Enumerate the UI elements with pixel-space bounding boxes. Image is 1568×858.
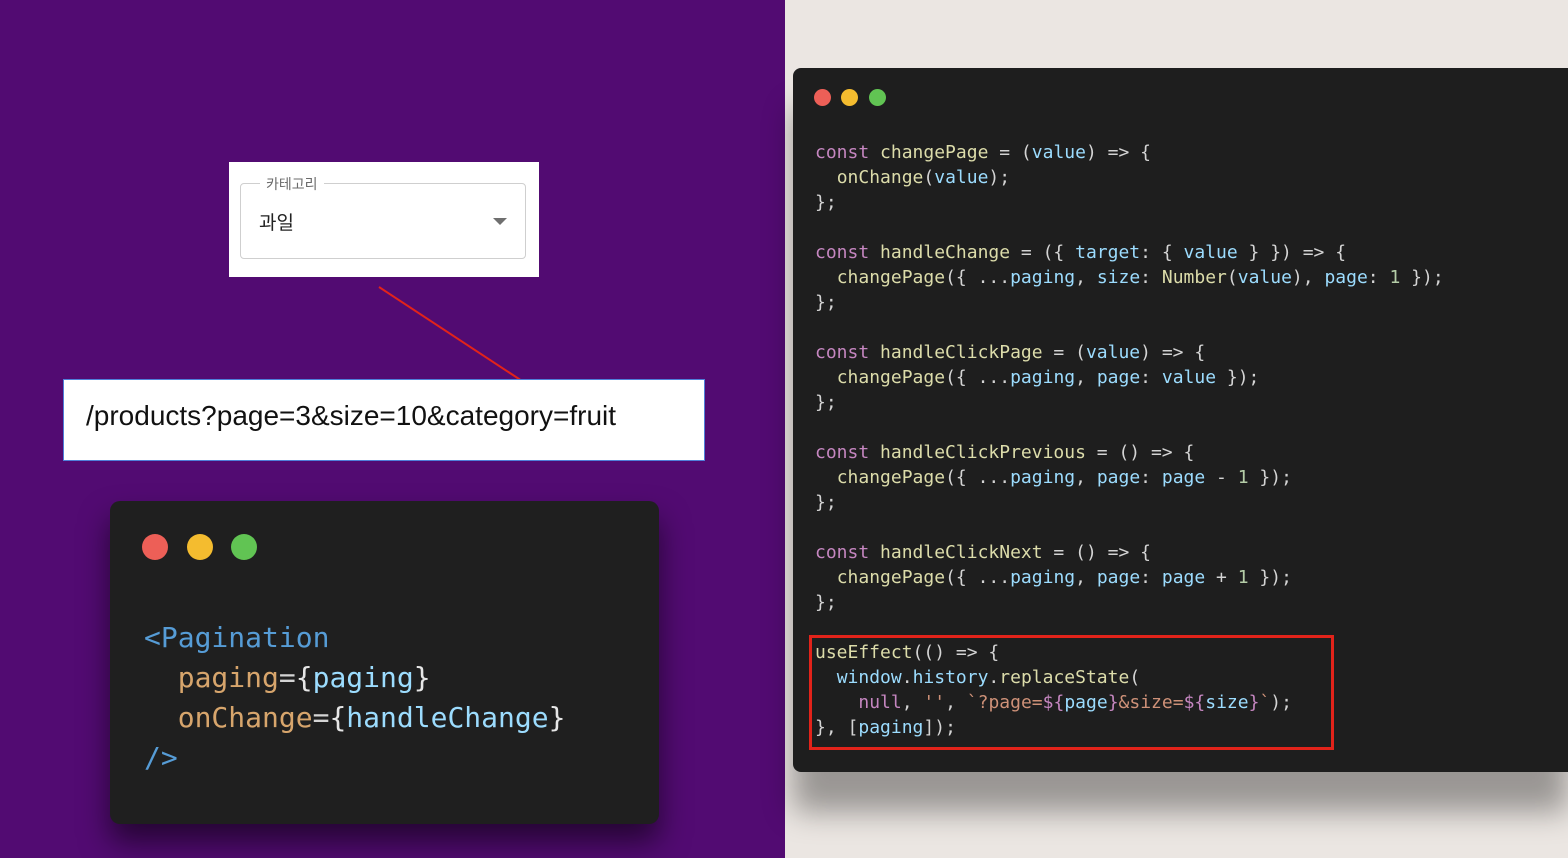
code-line: changePage({ ...paging, page: value }); [836, 367, 1260, 388]
pagination-code: <Pagination paging={paging} onChange={ha… [144, 618, 565, 778]
category-select-label: 카테고리 [260, 174, 324, 194]
main-code-window: const changePage = (value) => { onChange… [793, 68, 1568, 772]
code-line: changePage({ ...paging, page: page - 1 }… [836, 467, 1292, 488]
code-line: onChange={handleChange} [177, 701, 566, 734]
category-select-value: 과일 [259, 212, 294, 234]
code-line: onChange(value); [836, 167, 1011, 188]
code-line: }; [815, 192, 837, 213]
code-line: }; [815, 292, 837, 313]
code-line: const handleClickPage = (value) => { [815, 342, 1206, 363]
url-box: /products?page=3&size=10&category=fruit [63, 379, 705, 461]
code-line: }; [815, 592, 837, 613]
code-line: const changePage = (value) => { [815, 142, 1151, 163]
code-line: }; [815, 392, 837, 413]
maximize-dot-icon [231, 534, 257, 560]
close-dot-icon [142, 534, 168, 560]
code-line: const handleClickPrevious = () => { [815, 442, 1195, 463]
url-text: /products?page=3&size=10&category=fruit [86, 400, 617, 431]
maximize-dot-icon [869, 89, 886, 106]
code-line: changePage({ ...paging, size: Number(val… [836, 267, 1444, 288]
code-line: changePage({ ...paging, page: page + 1 }… [836, 567, 1292, 588]
category-select[interactable]: 카테고리 과일 [240, 174, 526, 259]
use-effect-highlight [809, 635, 1334, 750]
category-select-card: 카테고리 과일 [229, 162, 539, 277]
pagination-code-window: <Pagination paging={paging} onChange={ha… [110, 501, 659, 824]
chevron-down-icon[interactable] [493, 218, 507, 225]
code-line: const handleClickNext = () => { [815, 542, 1151, 563]
code-line: paging={paging} [177, 661, 431, 694]
minimize-dot-icon [841, 89, 858, 106]
code-line: /> [144, 741, 178, 774]
code-line: }; [815, 492, 837, 513]
minimize-dot-icon [187, 534, 213, 560]
close-dot-icon [814, 89, 831, 106]
left-panel: 카테고리 과일 /products?page=3&size=10&categor… [0, 0, 785, 858]
code-line: <Pagination [144, 621, 330, 654]
code-line: const handleChange = ({ target: { value … [815, 242, 1347, 263]
